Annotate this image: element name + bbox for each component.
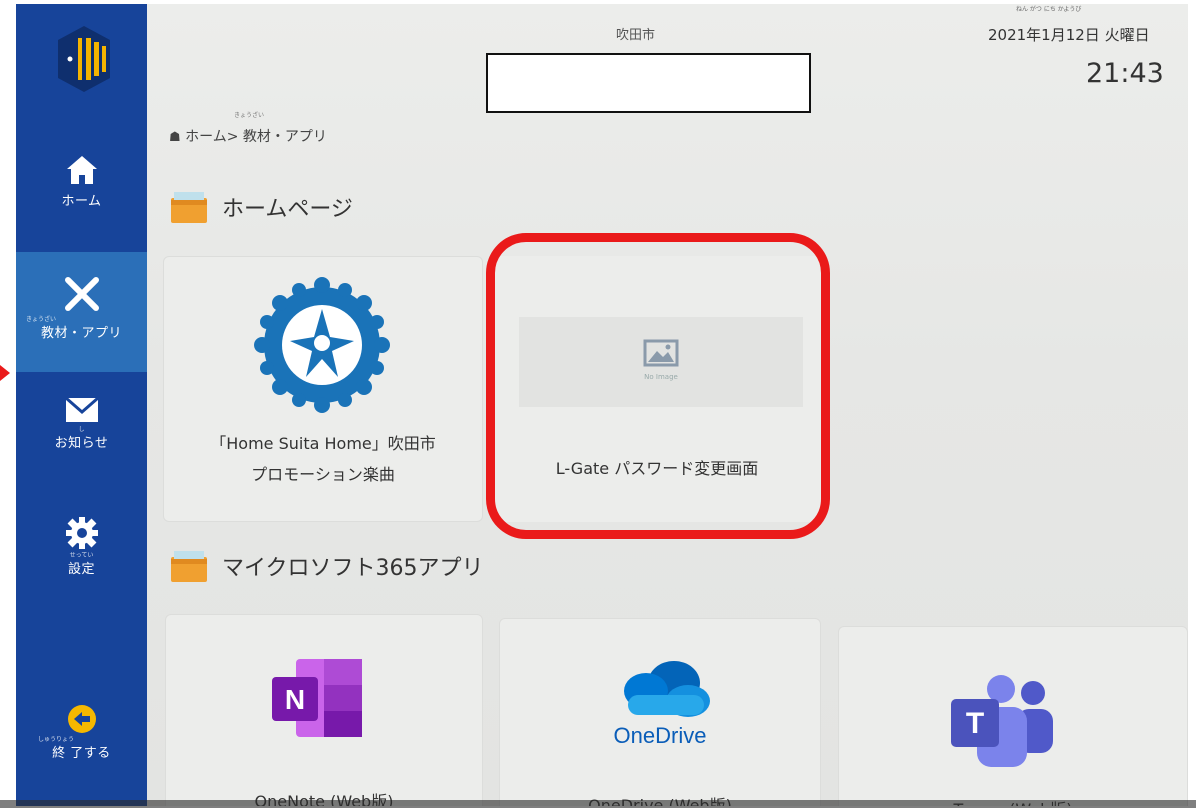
app-logo-icon (58, 26, 110, 92)
exit-label: 終 了する (52, 746, 111, 761)
date-ruby: ねん がつ にち かようび (1016, 6, 1082, 13)
sidebar-item-settings[interactable]: せってい 設定 (16, 516, 147, 577)
sidebar-item-notices[interactable]: し お知らせ (16, 396, 147, 451)
breadcrumb: ☗ ホーム> 教材・アプリ (169, 126, 327, 146)
sidebar-item-ruby: きょうざい (26, 316, 57, 323)
sidebar: ホーム きょうざい 教材・アプリ し お知らせ せってい 設定 しゅうりょう 終… (16, 4, 147, 806)
mail-icon (64, 396, 99, 422)
sidebar-item-label: 設定 (67, 562, 95, 577)
sidebar-item-materials-apps[interactable]: きょうざい 教材・アプリ (16, 252, 147, 372)
sidebar-item-label: お知らせ (54, 436, 109, 451)
onenote-logo-icon: N (272, 659, 362, 737)
exit-button[interactable]: しゅうりょう 終 了する (16, 704, 147, 761)
city-name: 吹田市 (616, 28, 656, 43)
sidebar-item-label: 教材・アプリ (40, 326, 122, 341)
card-onenote[interactable]: N OneNote (Web版) (165, 614, 483, 806)
tablet-screen: ホーム きょうざい 教材・アプリ し お知らせ せってい 設定 しゅうりょう 終… (16, 4, 1188, 806)
section-homepage: ホームページ (170, 190, 353, 224)
suita-emblem-icon (254, 277, 390, 413)
sidebar-item-ruby: し (78, 426, 85, 433)
onedrive-logo-text: OneDrive (613, 723, 707, 748)
red-pointer-arrow (0, 365, 10, 381)
breadcrumb-ruby: きょうざい (234, 112, 265, 119)
card-label-line2: プロモーション楽曲 (251, 465, 395, 484)
arrow-left-circle-icon (67, 705, 96, 733)
home-icon[interactable]: ☗ (169, 130, 181, 145)
photo-frame: ホーム きょうざい 教材・アプリ し お知らせ せってい 設定 しゅうりょう 終… (0, 0, 1196, 808)
exit-ruby: しゅうりょう (38, 736, 75, 743)
current-date: 2021年1月12日 火曜日 (988, 26, 1150, 44)
sidebar-item-ruby: せってい (69, 552, 94, 559)
card-onedrive[interactable]: OneDrive OneDrive (Web版) (499, 618, 821, 806)
svg-text:T: T (966, 707, 984, 740)
section-title: ホームページ (222, 197, 353, 222)
section-microsoft-365: マイクロソフト365アプリ (170, 549, 484, 583)
red-highlight-outline (486, 233, 830, 539)
folder-icon (171, 551, 207, 582)
onedrive-cloud-icon (624, 661, 710, 717)
gear-icon (65, 517, 98, 549)
card-home-suita-home[interactable]: 「Home Suita Home」吹田市 プロモーション楽曲 (163, 256, 483, 522)
section-title: マイクロソフト365アプリ (222, 556, 484, 581)
teams-logo-icon: T (951, 675, 1053, 767)
photo-bottom-shadow (0, 800, 1196, 808)
sidebar-item-home[interactable]: ホーム (16, 154, 147, 209)
sidebar-item-label: ホーム (61, 194, 102, 209)
home-icon (66, 156, 97, 184)
current-time: 21:43 (1086, 58, 1164, 89)
redacted-box (486, 53, 811, 113)
folder-icon (171, 192, 207, 223)
tools-icon (64, 277, 99, 311)
breadcrumb-text[interactable]: ホーム> 教材・アプリ (185, 129, 327, 145)
card-label-line1: 「Home Suita Home」吹田市 (210, 434, 436, 453)
svg-text:N: N (285, 684, 305, 715)
card-teams[interactable]: T Teams (Web版) (838, 626, 1188, 806)
